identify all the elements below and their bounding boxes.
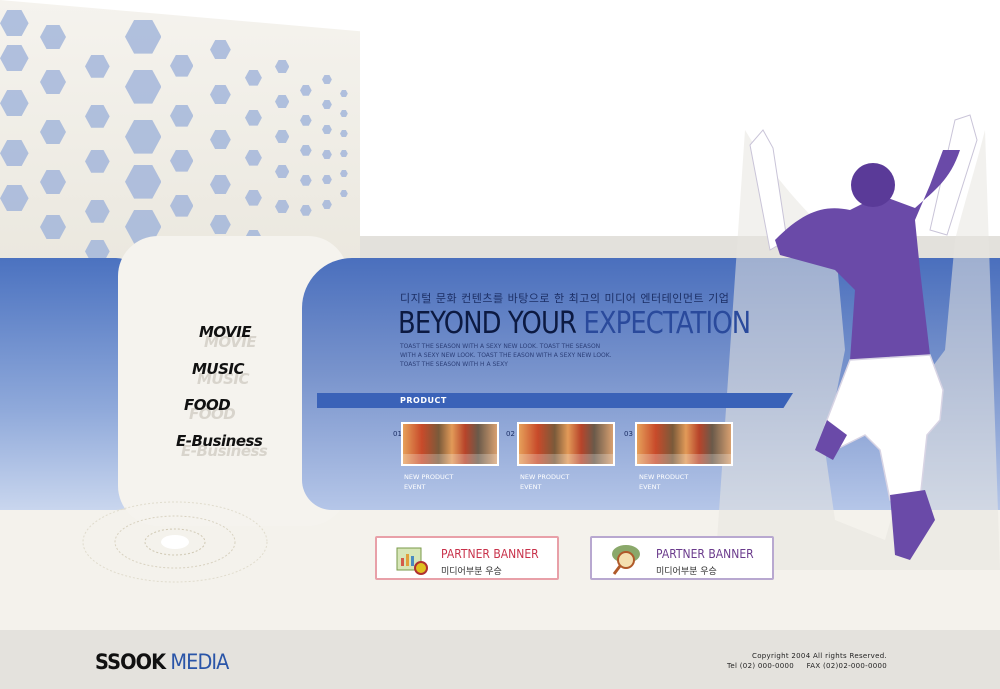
- site-logo[interactable]: SSOOK MEDIA: [95, 650, 229, 674]
- description-line: TOAST THE SEASON WITH H A SEXY: [400, 361, 508, 368]
- nav-item-e-business[interactable]: E-Business: [176, 432, 263, 450]
- jumping-person-illustration: [715, 114, 1000, 570]
- product-caption-line: EVENT: [520, 483, 542, 491]
- banner-subtitle: 미디어부분 우승: [656, 567, 717, 577]
- headline-blue-part: EXPECTATION: [576, 306, 751, 341]
- banner-subtitle: 미디어부분 우승: [441, 567, 502, 577]
- product-caption[interactable]: NEW PRODUCT EVENT: [639, 472, 739, 492]
- product-thumbnail[interactable]: [517, 422, 615, 466]
- product-caption-line: NEW PRODUCT: [404, 473, 454, 481]
- nav-item-movie[interactable]: MOVIE: [199, 323, 252, 341]
- product-caption-line: NEW PRODUCT: [639, 473, 689, 481]
- hero-kicker: 디지털 문화 컨텐츠를 바탕으로 한 최고의 미디어 엔터테인먼트 기업: [400, 292, 730, 305]
- banner-title: PARTNER BANNER: [441, 547, 539, 561]
- footer-panel: [256, 630, 1000, 689]
- logo-primary: SSOOK: [95, 650, 166, 674]
- headline-dark-part: BEYOND YOUR: [398, 306, 577, 341]
- footer-info: Copyright 2004 All rights Reserved. Tel …: [727, 651, 887, 671]
- product-caption[interactable]: NEW PRODUCT EVENT: [520, 472, 620, 492]
- copyright-text: Copyright 2004 All rights Reserved.: [752, 652, 887, 660]
- product-label: PRODUCT: [400, 396, 447, 405]
- product-caption-line: EVENT: [639, 483, 661, 491]
- description-line: TOAST THE SEASON WITH A SEXY NEW LOOK. T…: [400, 343, 601, 350]
- product-thumbnail[interactable]: [401, 422, 499, 466]
- partner-banner[interactable]: PARTNER BANNER 미디어부분 우승: [590, 536, 774, 580]
- product-number: 02: [506, 430, 515, 438]
- nav-item-music[interactable]: MUSIC: [192, 360, 245, 378]
- nav-item-food[interactable]: FOOD: [184, 396, 231, 414]
- hero-description: TOAST THE SEASON WITH A SEXY NEW LOOK. T…: [400, 342, 630, 369]
- magnifier-globe-icon: [612, 545, 640, 575]
- product-bar: [317, 393, 793, 408]
- product-thumbnail[interactable]: [635, 422, 733, 466]
- product-caption-line: NEW PRODUCT: [520, 473, 570, 481]
- product-caption-line: EVENT: [404, 483, 426, 491]
- logo-secondary: MEDIA: [165, 650, 229, 674]
- product-caption[interactable]: NEW PRODUCT EVENT: [404, 472, 504, 492]
- partner-banner[interactable]: PARTNER BANNER 미디어부분 우승: [375, 536, 559, 580]
- hero-headline: BEYOND YOUR EXPECTATION: [398, 306, 751, 341]
- description-line: WITH A SEXY NEW LOOK. TOAST THE EASON WI…: [400, 352, 612, 359]
- radial-burst-decoration: [82, 501, 268, 583]
- banner-title: PARTNER BANNER: [656, 547, 754, 561]
- product-number: 03: [624, 430, 633, 438]
- chart-document-icon: [396, 547, 428, 575]
- contact-text: Tel (02) 000-0000 FAX (02)02-000-0000: [727, 662, 887, 670]
